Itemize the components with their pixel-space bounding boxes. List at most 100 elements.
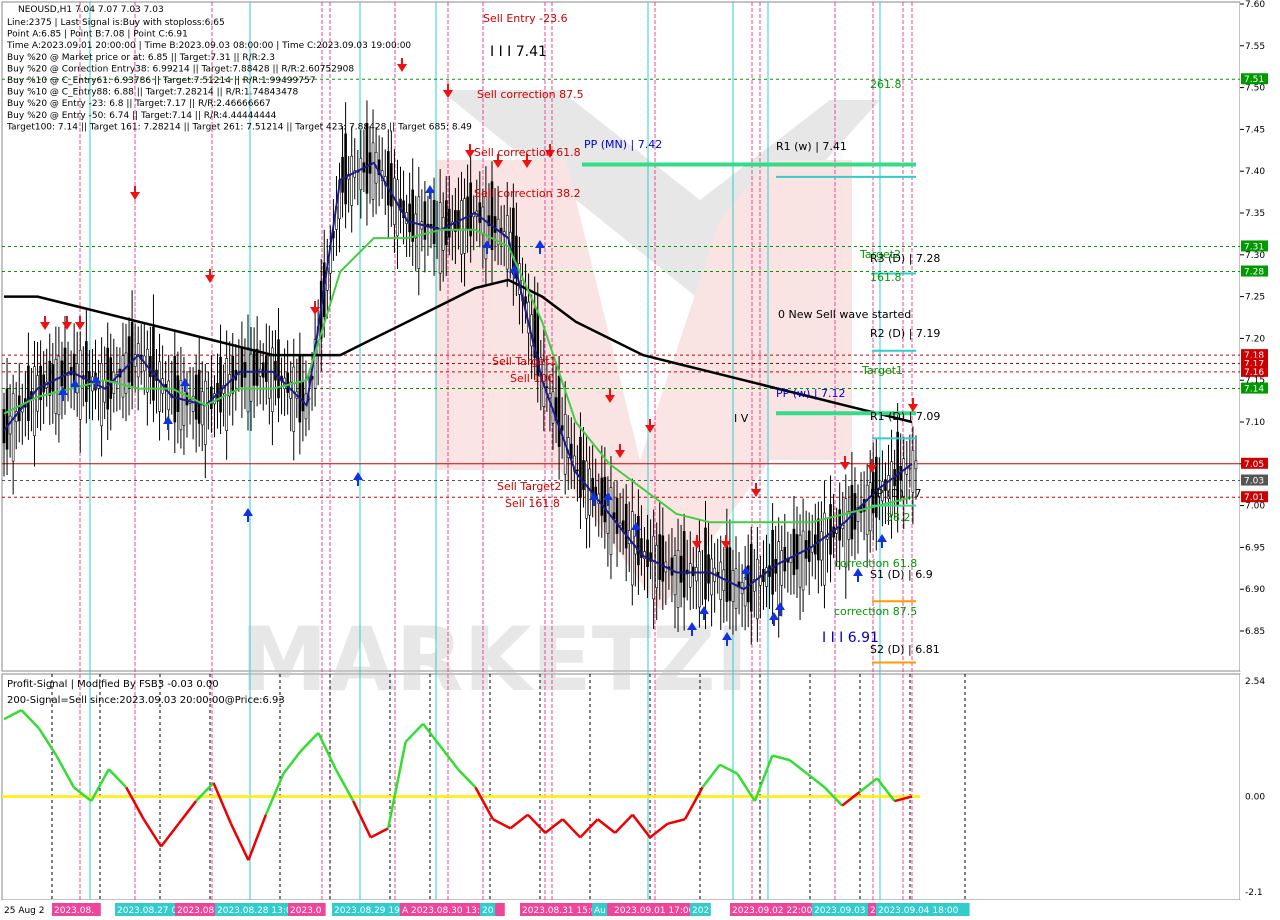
candle-body — [274, 360, 277, 381]
price-tick-label: 7.45 — [1245, 125, 1265, 135]
candle-body — [48, 360, 52, 396]
candle-body — [841, 524, 845, 529]
candle-body — [756, 558, 759, 620]
candle-body — [734, 568, 738, 609]
candle-body — [823, 512, 826, 586]
candle-body — [411, 189, 415, 242]
candle-body — [365, 123, 369, 194]
annotation-label: Sell correction 61.8 — [474, 146, 581, 159]
candle-body — [444, 200, 448, 245]
annotation-label: Sell Target1 — [492, 355, 556, 368]
price-tick-label: 6.95 — [1245, 543, 1265, 553]
candle-body — [264, 355, 268, 382]
candle-body — [42, 374, 45, 393]
info-line: Buy %20 @ Market price or at: 6.85 || Ta… — [7, 53, 275, 63]
candle-body — [408, 203, 411, 233]
candle-body — [268, 355, 271, 399]
annotation-label: Sell Target2 — [497, 480, 561, 493]
candle-body — [524, 296, 527, 304]
candle-body — [33, 366, 36, 437]
candle-body — [557, 375, 561, 447]
candle-body — [39, 365, 42, 401]
annotation-label: Sell 100 — [510, 372, 554, 385]
candle-body — [121, 355, 125, 398]
candle-body — [368, 152, 372, 174]
candle-body — [197, 369, 201, 424]
candle-body — [441, 216, 445, 251]
time-label: 2023.09.02 22:00 — [732, 906, 813, 916]
annotation-label: 38.2 — [886, 511, 911, 524]
candle-body — [240, 346, 244, 388]
annotation-label: S2 (D) | 6.81 — [870, 643, 940, 656]
annotation-label: I I I 7.41 — [490, 44, 547, 60]
price-tag-label: 7.03 — [1244, 477, 1264, 487]
candle-body — [194, 374, 198, 420]
candle-body — [847, 511, 851, 540]
candle-body — [231, 355, 235, 394]
candle-body — [710, 558, 713, 596]
time-labels: 25 Aug 2 2023.08. 2023.08.27 07:002023.08.… — [4, 903, 970, 916]
candle-body — [646, 539, 649, 568]
candle-body — [5, 388, 9, 450]
candle-body — [271, 347, 274, 412]
candle-body — [545, 386, 549, 388]
candle-body — [438, 202, 442, 274]
price-tick-label: 7.55 — [1245, 42, 1265, 52]
candle-body — [673, 555, 677, 596]
candle-body — [469, 182, 472, 237]
osc-scale — [1240, 674, 1278, 900]
price-tick-label: 7.10 — [1245, 418, 1265, 428]
info-line: Line:2375 | Last Signal is:Buy with stop… — [7, 18, 225, 28]
candle-body — [795, 534, 799, 570]
price-tag-label: 7.51 — [1244, 75, 1264, 85]
candle-body — [252, 349, 256, 386]
candle-body — [149, 356, 152, 378]
candle-body — [835, 529, 838, 534]
candle-body — [124, 352, 128, 394]
candle-body — [350, 155, 354, 206]
annotation-label: S1 (D) | 6.9 — [870, 568, 933, 581]
osc-tick-label: 2.54 — [1245, 677, 1265, 687]
candle-body — [670, 557, 674, 576]
price-tick-label: 7.20 — [1245, 334, 1265, 344]
candle-body — [652, 535, 655, 600]
candle-body — [792, 528, 796, 576]
candle-body — [682, 531, 686, 598]
candle-body — [719, 561, 723, 600]
candle-body — [2, 409, 6, 444]
candle-body — [707, 554, 710, 584]
candle-body — [85, 341, 88, 403]
info-line: Buy %10 @ C_Entry88: 6.88 || Target:7.28… — [7, 88, 299, 98]
candle-body — [249, 353, 253, 402]
candle-body — [301, 382, 305, 412]
candle-body — [176, 375, 180, 412]
candle-body — [676, 550, 680, 608]
candle-body — [777, 541, 781, 607]
candle-body — [390, 163, 393, 207]
info-line: Time A:2023.09.01 20:00:00 | Time B:2023… — [6, 41, 411, 51]
annotation-label: 261.8 — [870, 78, 902, 91]
candle-body — [219, 356, 222, 413]
candle-body — [447, 208, 451, 238]
candle-body — [829, 504, 832, 555]
info-line: Target100: 7.14 || Target 161: 7.28214 |… — [6, 122, 472, 132]
candle-body — [600, 477, 604, 516]
time-label: 2023.09.04 18:00 — [878, 906, 959, 916]
candle-body — [57, 355, 61, 416]
candle-body — [277, 339, 280, 399]
candle-body — [463, 198, 466, 254]
osc-title-line: 200-Signal=Sell since:2023.09.03 20:00:0… — [7, 695, 285, 706]
price-tick-label: 7.35 — [1245, 209, 1265, 219]
time-label: 2023.09.03 — [814, 906, 866, 916]
info-line: Buy %20 @ Correction Entry38: 6.99214 ||… — [7, 64, 354, 74]
candle-body — [698, 551, 701, 608]
candle-body — [865, 484, 869, 535]
candle-body — [100, 362, 103, 427]
candle-body — [817, 518, 820, 561]
candle-body — [341, 156, 344, 193]
candle-body — [655, 544, 659, 589]
candle-body — [167, 380, 170, 411]
osc-title-line: Profit-Signal | Modified By FSB3 -0.03 0… — [7, 679, 219, 690]
candle-body — [127, 336, 131, 383]
info-line: Buy %20 @ Entry -23: 6.8 || Target:7.17 … — [7, 99, 271, 109]
